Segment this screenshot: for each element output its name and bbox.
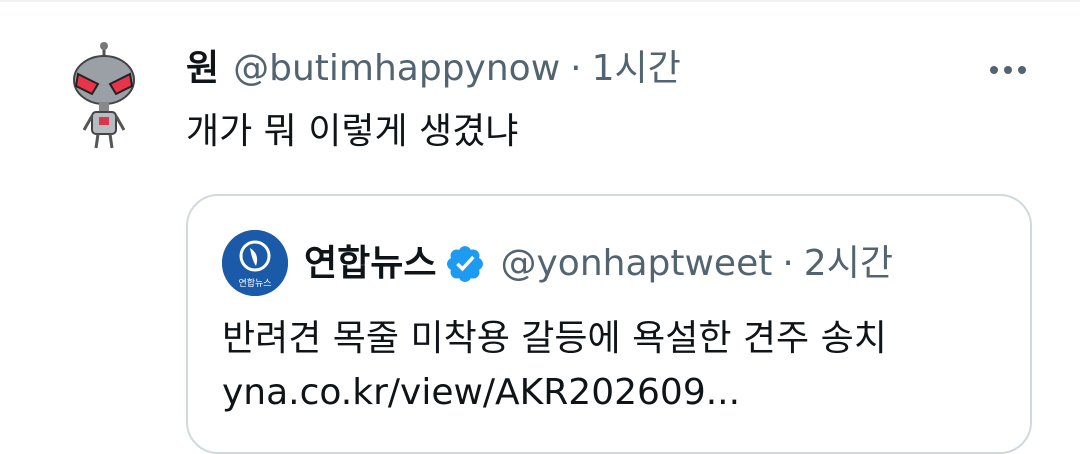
yonhap-logo-icon: 연합뉴스 xyxy=(222,230,288,296)
quoted-tweet-body: 반려견 목줄 미착용 갈등에 욕설한 견주 송치 yna.co.kr/view/… xyxy=(222,312,887,420)
separator-dot: · xyxy=(570,48,582,89)
quoted-tweet-text: 반려견 목줄 미착용 갈등에 욕설한 견주 송치 xyxy=(222,318,887,359)
quoted-tweet[interactable]: 연합뉴스 연합뉴스 @yonhaptweet · 2시간 반려견 목줄 미착용 … xyxy=(186,194,1032,454)
more-options-icon[interactable] xyxy=(980,52,1036,88)
quoted-separator-dot: · xyxy=(782,243,794,284)
quoted-display-name[interactable]: 연합뉴스 xyxy=(304,240,436,288)
quoted-timestamp[interactable]: 2시간 xyxy=(804,240,893,288)
quoted-tweet-link[interactable]: yna.co.kr/view/AKR202609... xyxy=(222,366,887,420)
timestamp[interactable]: 1시간 xyxy=(592,44,681,94)
robot-avatar-icon xyxy=(73,42,135,149)
user-avatar[interactable] xyxy=(48,40,160,152)
quoted-user-handle[interactable]: @yonhaptweet xyxy=(500,240,772,288)
tweet-header: 원 @butimhappynow · 1시간 xyxy=(186,44,681,94)
tweet-text: 개가 뭐 이렇게 생겼냐 xyxy=(186,111,519,152)
svg-text:연합뉴스: 연합뉴스 xyxy=(238,278,271,289)
verified-badge-icon xyxy=(447,246,484,282)
display-name[interactable]: 원 xyxy=(186,44,219,94)
user-handle[interactable]: @butimhappynow xyxy=(233,44,560,94)
yonhap-logo-avatar[interactable]: 연합뉴스 xyxy=(222,230,288,296)
quoted-tweet-header: 연합뉴스 @yonhaptweet · 2시간 xyxy=(304,240,893,288)
tweet[interactable]: 원 @butimhappynow · 1시간 개가 뭐 이렇게 생겼냐 연합뉴스… xyxy=(0,0,1080,454)
